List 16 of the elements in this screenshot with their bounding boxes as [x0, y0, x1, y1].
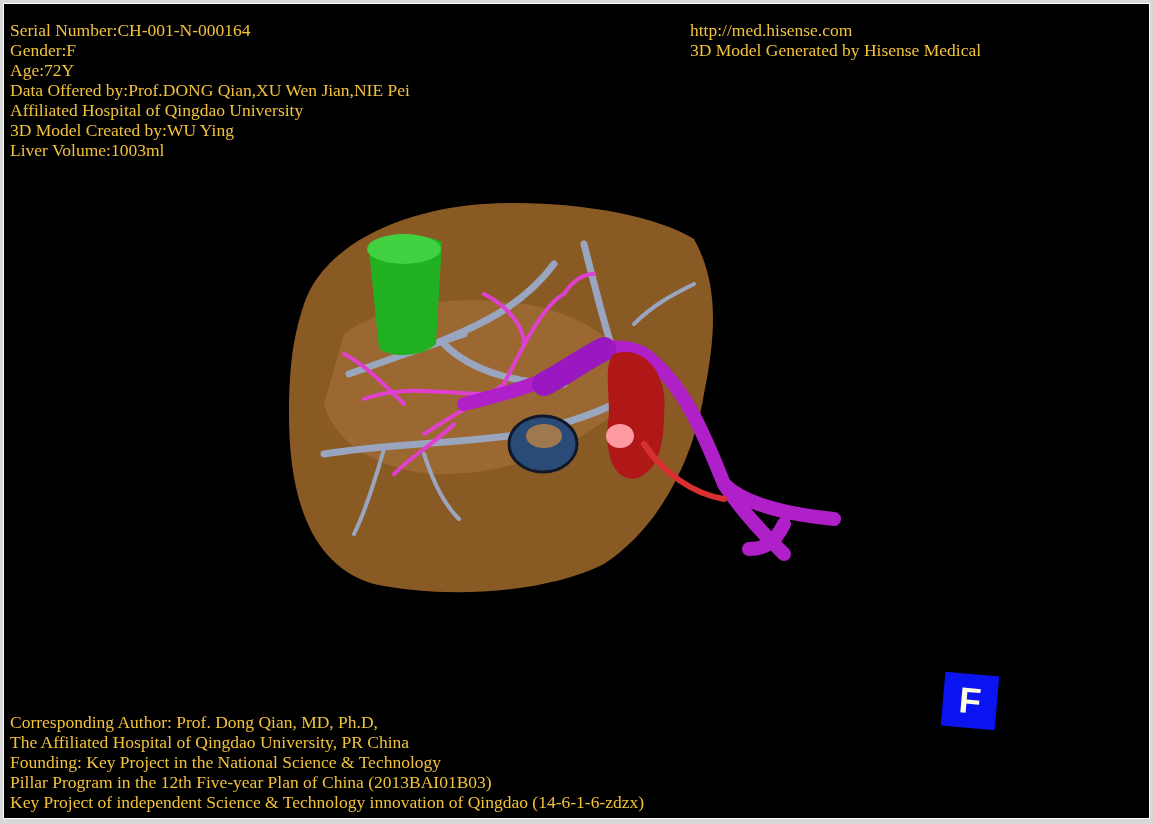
- info-text: Age:72Y: [10, 60, 75, 80]
- info-text: Pillar Program in the 12th Five-year Plan of China (2013BAI01B03): [10, 772, 492, 792]
- info-text: The Affiliated Hospital of Qingdao University, PR China: [10, 732, 410, 752]
- info-text: Liver Volume:1003ml: [10, 140, 165, 160]
- info-text: Data Offered by:Prof.DONG Qian,XU Wen Jian,NIE Pei: [10, 80, 410, 100]
- orientation-cube[interactable]: F: [940, 671, 1000, 731]
- info-text: 3D Model Generated by Hisense Medical: [690, 40, 982, 60]
- info-text: Founding: Key Project in the National Science & Technology: [10, 752, 441, 772]
- info-text: Key Project of independent Science & Technology innovation of Qingdao (14-6-1-6-zdzx): [10, 792, 645, 812]
- info-text: Corresponding Author: Prof. Dong Qian, MD, Ph.D,: [10, 712, 378, 732]
- info-text: http://med.hisense.com: [690, 20, 853, 40]
- info-text: Affiliated Hospital of Qingdao University: [10, 100, 304, 120]
- liver-model-drawing[interactable]: [289, 203, 841, 593]
- info-text: Serial Number:CH-001-N-000164: [10, 20, 251, 40]
- info-text: Gender:F: [10, 40, 77, 60]
- info-text: 3D Model Created by:WU Ying: [10, 120, 234, 140]
